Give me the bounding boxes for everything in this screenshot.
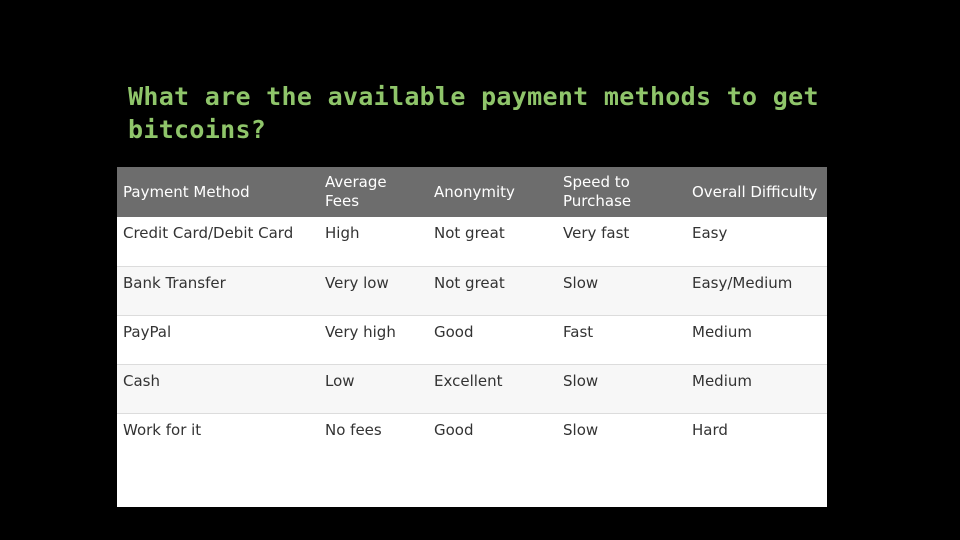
table-row: Bank Transfer Very low Not great Slow Ea… bbox=[117, 266, 827, 315]
cell-speed: Very fast bbox=[563, 224, 630, 242]
table-row: Credit Card/Debit Card High Not great Ve… bbox=[117, 217, 827, 266]
cell-difficulty: Hard bbox=[692, 420, 728, 439]
table-row: PayPal Very high Good Fast Medium bbox=[117, 315, 827, 364]
cell-speed: Slow bbox=[563, 273, 599, 292]
cell-speed: Fast bbox=[563, 322, 594, 341]
cell-payment-method: PayPal bbox=[123, 322, 172, 341]
cell-payment-method: Cash bbox=[123, 371, 160, 390]
cell-average-fees: Very low bbox=[325, 273, 389, 292]
cell-speed: Slow bbox=[563, 420, 599, 439]
header-overall-difficulty: Overall Difficulty bbox=[692, 182, 818, 201]
cell-speed: Slow bbox=[563, 371, 599, 390]
header-anonymity: Anonymity bbox=[434, 182, 515, 201]
cell-anonymity: Not great bbox=[434, 273, 505, 292]
payment-methods-table: Payment Method Average Fees Anonymity Sp… bbox=[117, 167, 827, 507]
table-header-row: Payment Method Average Fees Anonymity Sp… bbox=[117, 167, 827, 217]
header-speed-to-purchase: Speed to Purchase bbox=[563, 173, 632, 210]
cell-average-fees: No fees bbox=[325, 420, 382, 439]
header-average-fees: Average Fees bbox=[325, 173, 387, 210]
table-row: Cash Low Excellent Slow Medium bbox=[117, 364, 827, 413]
cell-average-fees: Very high bbox=[325, 322, 396, 341]
cell-difficulty: Medium bbox=[692, 371, 752, 390]
cell-average-fees: Low bbox=[325, 371, 355, 390]
cell-difficulty: Easy/Medium bbox=[692, 273, 793, 292]
cell-anonymity: Not great bbox=[434, 224, 505, 242]
header-payment-method: Payment Method bbox=[123, 182, 250, 201]
cell-difficulty: Medium bbox=[692, 322, 752, 341]
cell-payment-method: Work for it bbox=[123, 420, 202, 439]
slide-title: What are the available payment methods t… bbox=[128, 82, 819, 144]
cell-payment-method: Credit Card/Debit Card bbox=[123, 224, 294, 242]
cell-difficulty: Easy bbox=[692, 224, 728, 242]
cell-payment-method: Bank Transfer bbox=[123, 273, 226, 292]
cell-anonymity: Excellent bbox=[434, 371, 503, 390]
table-row: Work for it No fees Good Slow Hard bbox=[117, 413, 827, 462]
cell-average-fees: High bbox=[325, 224, 360, 242]
cell-anonymity: Good bbox=[434, 420, 474, 439]
cell-anonymity: Good bbox=[434, 322, 474, 341]
